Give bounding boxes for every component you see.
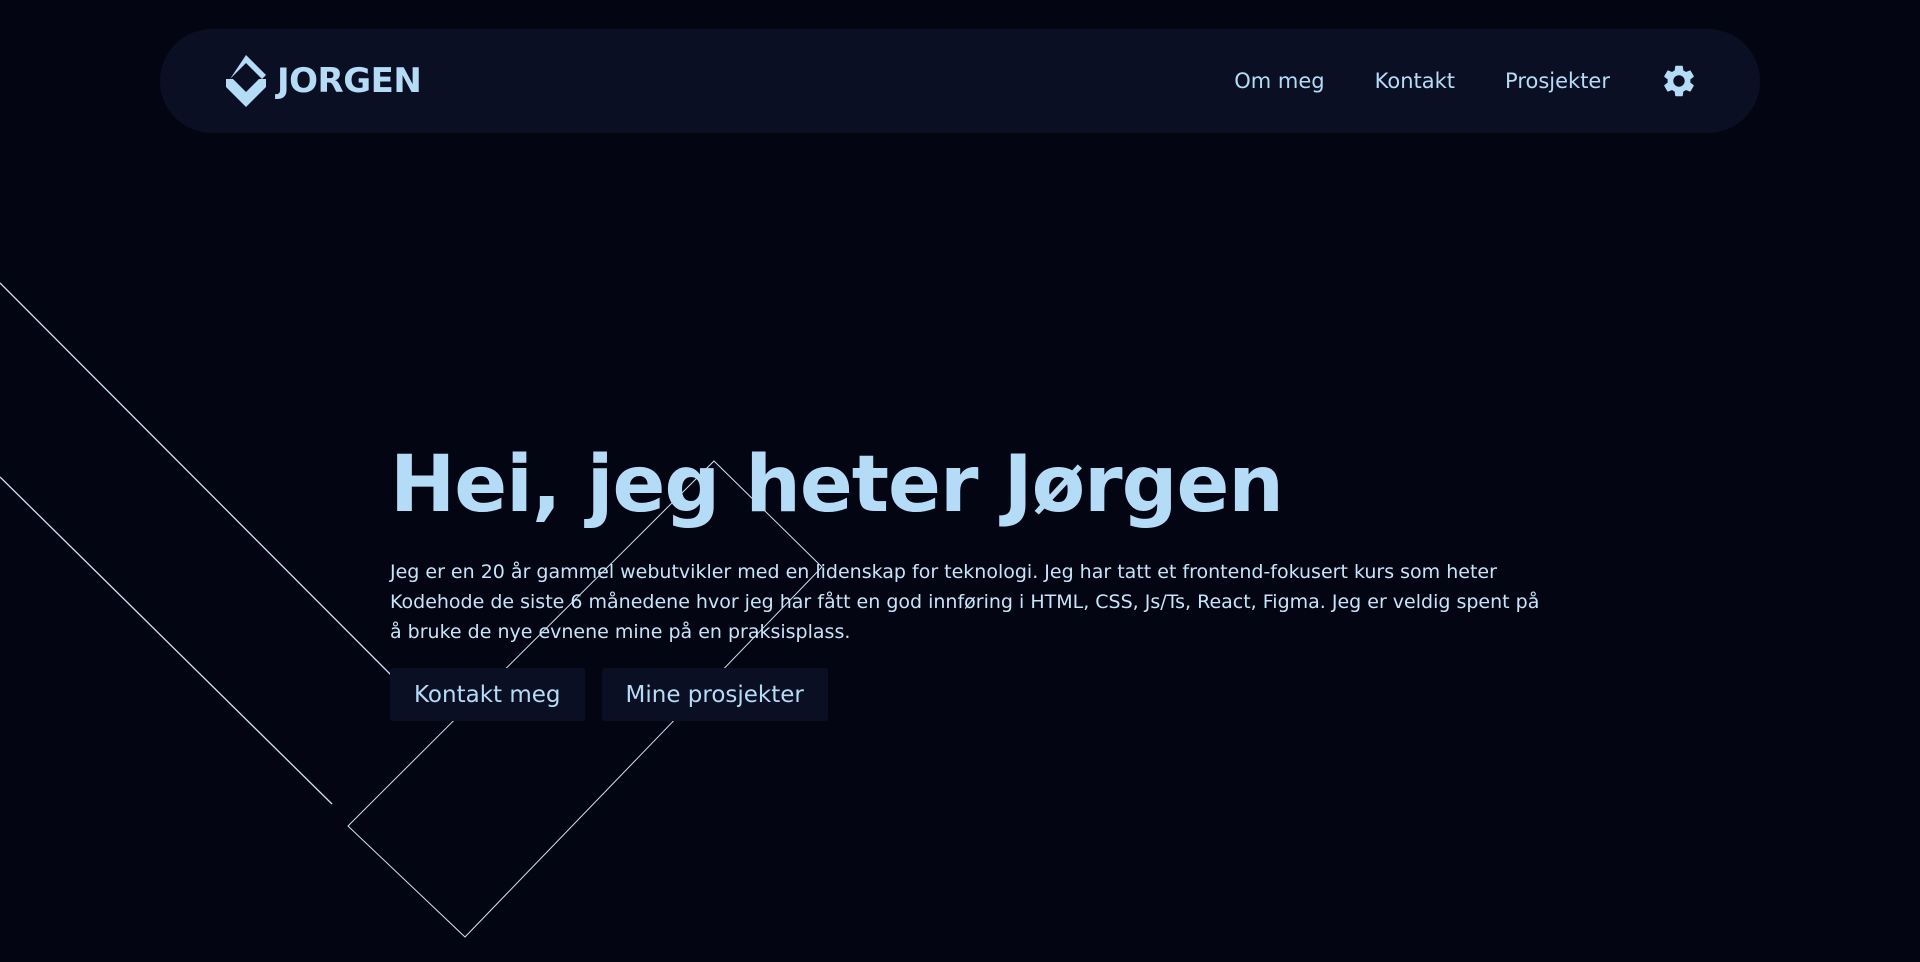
diamond-logo-icon [226, 55, 266, 107]
gear-icon[interactable] [1660, 62, 1698, 100]
hero-buttons: Kontakt meg Mine prosjekter [390, 668, 1570, 721]
logo-text: JORGEN [277, 61, 422, 101]
contact-me-button[interactable]: Kontakt meg [390, 668, 585, 721]
nav-link-prosjekter[interactable]: Prosjekter [1505, 69, 1610, 93]
nav-link-kontakt[interactable]: Kontakt [1375, 69, 1455, 93]
decorative-line [0, 476, 333, 805]
logo-link[interactable]: JORGEN [223, 55, 422, 107]
nav-links: Om meg Kontakt Prosjekter [1234, 29, 1698, 133]
decorative-line [0, 282, 396, 680]
hero-description: Jeg er en 20 år gammel webutvikler med e… [390, 561, 1540, 643]
hero-title: Hei, jeg heter Jørgen [390, 440, 1284, 530]
page: JORGEN Om meg Kontakt Prosjekter Hei, je… [0, 0, 1920, 962]
navbar: JORGEN Om meg Kontakt Prosjekter [160, 29, 1760, 133]
my-projects-button[interactable]: Mine prosjekter [601, 668, 828, 721]
hero-section: Hei, jeg heter Jørgen Jeg er en 20 år ga… [390, 435, 1570, 721]
nav-link-om-meg[interactable]: Om meg [1234, 69, 1324, 93]
